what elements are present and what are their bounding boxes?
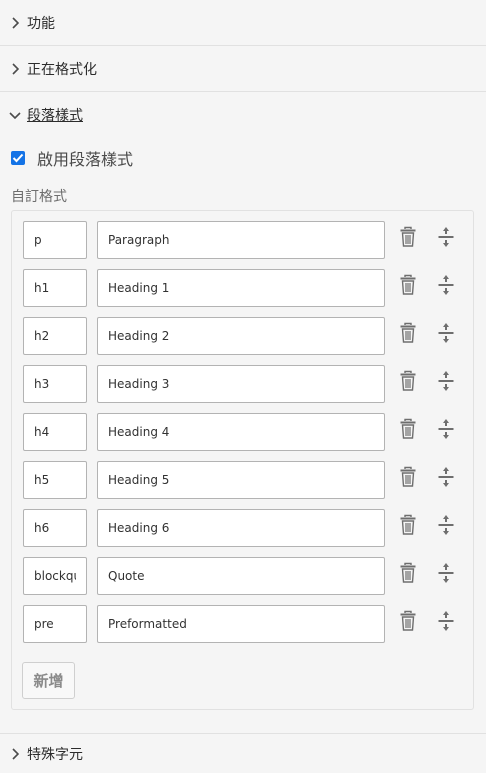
chevron-right-icon <box>9 16 21 29</box>
tag-input[interactable] <box>23 365 87 403</box>
format-row <box>23 413 463 451</box>
tag-input[interactable] <box>23 221 87 259</box>
enable-paragraph-styles-checkbox[interactable]: 啟用段落樣式 <box>11 146 133 170</box>
description-input[interactable] <box>97 317 385 355</box>
format-row <box>23 605 463 643</box>
tag-input[interactable] <box>23 269 87 307</box>
move-vertical-icon[interactable] <box>437 610 455 632</box>
accordion-title: 特殊字元 <box>27 746 83 763</box>
trash-icon[interactable] <box>399 466 417 488</box>
trash-icon[interactable] <box>399 562 417 584</box>
description-input[interactable] <box>97 269 385 307</box>
description-input[interactable] <box>97 509 385 547</box>
chevron-right-icon <box>9 747 21 760</box>
trash-icon[interactable] <box>399 514 417 536</box>
accordion-title: 功能 <box>27 15 55 32</box>
tag-input[interactable] <box>23 509 87 547</box>
tag-input[interactable] <box>23 413 87 451</box>
add-format-button[interactable]: 新增 <box>22 662 75 699</box>
move-vertical-icon[interactable] <box>437 514 455 536</box>
move-vertical-icon[interactable] <box>437 322 455 344</box>
tag-input[interactable] <box>23 605 87 643</box>
custom-formats-list: 新增 <box>11 210 474 710</box>
format-row <box>23 221 463 259</box>
move-vertical-icon[interactable] <box>437 274 455 296</box>
tag-input[interactable] <box>23 557 87 595</box>
accordion-formatting[interactable]: 正在格式化 <box>0 46 486 92</box>
format-row <box>23 269 463 307</box>
description-input[interactable] <box>97 605 385 643</box>
description-input[interactable] <box>97 461 385 499</box>
trash-icon[interactable] <box>399 226 417 248</box>
tag-input[interactable] <box>23 317 87 355</box>
chevron-down-icon <box>9 109 21 121</box>
tag-input[interactable] <box>23 461 87 499</box>
trash-icon[interactable] <box>399 322 417 344</box>
trash-icon[interactable] <box>399 274 417 296</box>
format-row <box>23 557 463 595</box>
description-input[interactable] <box>97 557 385 595</box>
custom-formats-label: 自訂格式 <box>11 189 67 205</box>
trash-icon[interactable] <box>399 418 417 440</box>
trash-icon[interactable] <box>399 370 417 392</box>
description-input[interactable] <box>97 413 385 451</box>
chevron-right-icon <box>9 62 21 75</box>
description-input[interactable] <box>97 221 385 259</box>
format-row <box>23 509 463 547</box>
move-vertical-icon[interactable] <box>437 562 455 584</box>
move-vertical-icon[interactable] <box>437 466 455 488</box>
trash-icon[interactable] <box>399 610 417 632</box>
move-vertical-icon[interactable] <box>437 226 455 248</box>
accordion-title: 正在格式化 <box>27 61 97 78</box>
paragraph-styles-panel: 功能 正在格式化 段落樣式 啟用段落樣式 自訂格式 p Paragraph h1… <box>0 0 486 773</box>
move-vertical-icon[interactable] <box>437 418 455 440</box>
format-row <box>23 461 463 499</box>
check-icon[interactable] <box>11 151 25 165</box>
format-row <box>23 317 463 355</box>
checkbox-label: 啟用段落樣式 <box>37 150 134 169</box>
accordion-title: 段落樣式 <box>27 108 83 124</box>
move-vertical-icon[interactable] <box>437 370 455 392</box>
accordion-features[interactable]: 功能 <box>0 0 486 46</box>
description-input[interactable] <box>97 365 385 403</box>
accordion-paragraph-styles[interactable]: 段落樣式 <box>0 92 486 138</box>
format-row <box>23 365 463 403</box>
accordion-special-characters[interactable]: 特殊字元 <box>0 733 486 773</box>
